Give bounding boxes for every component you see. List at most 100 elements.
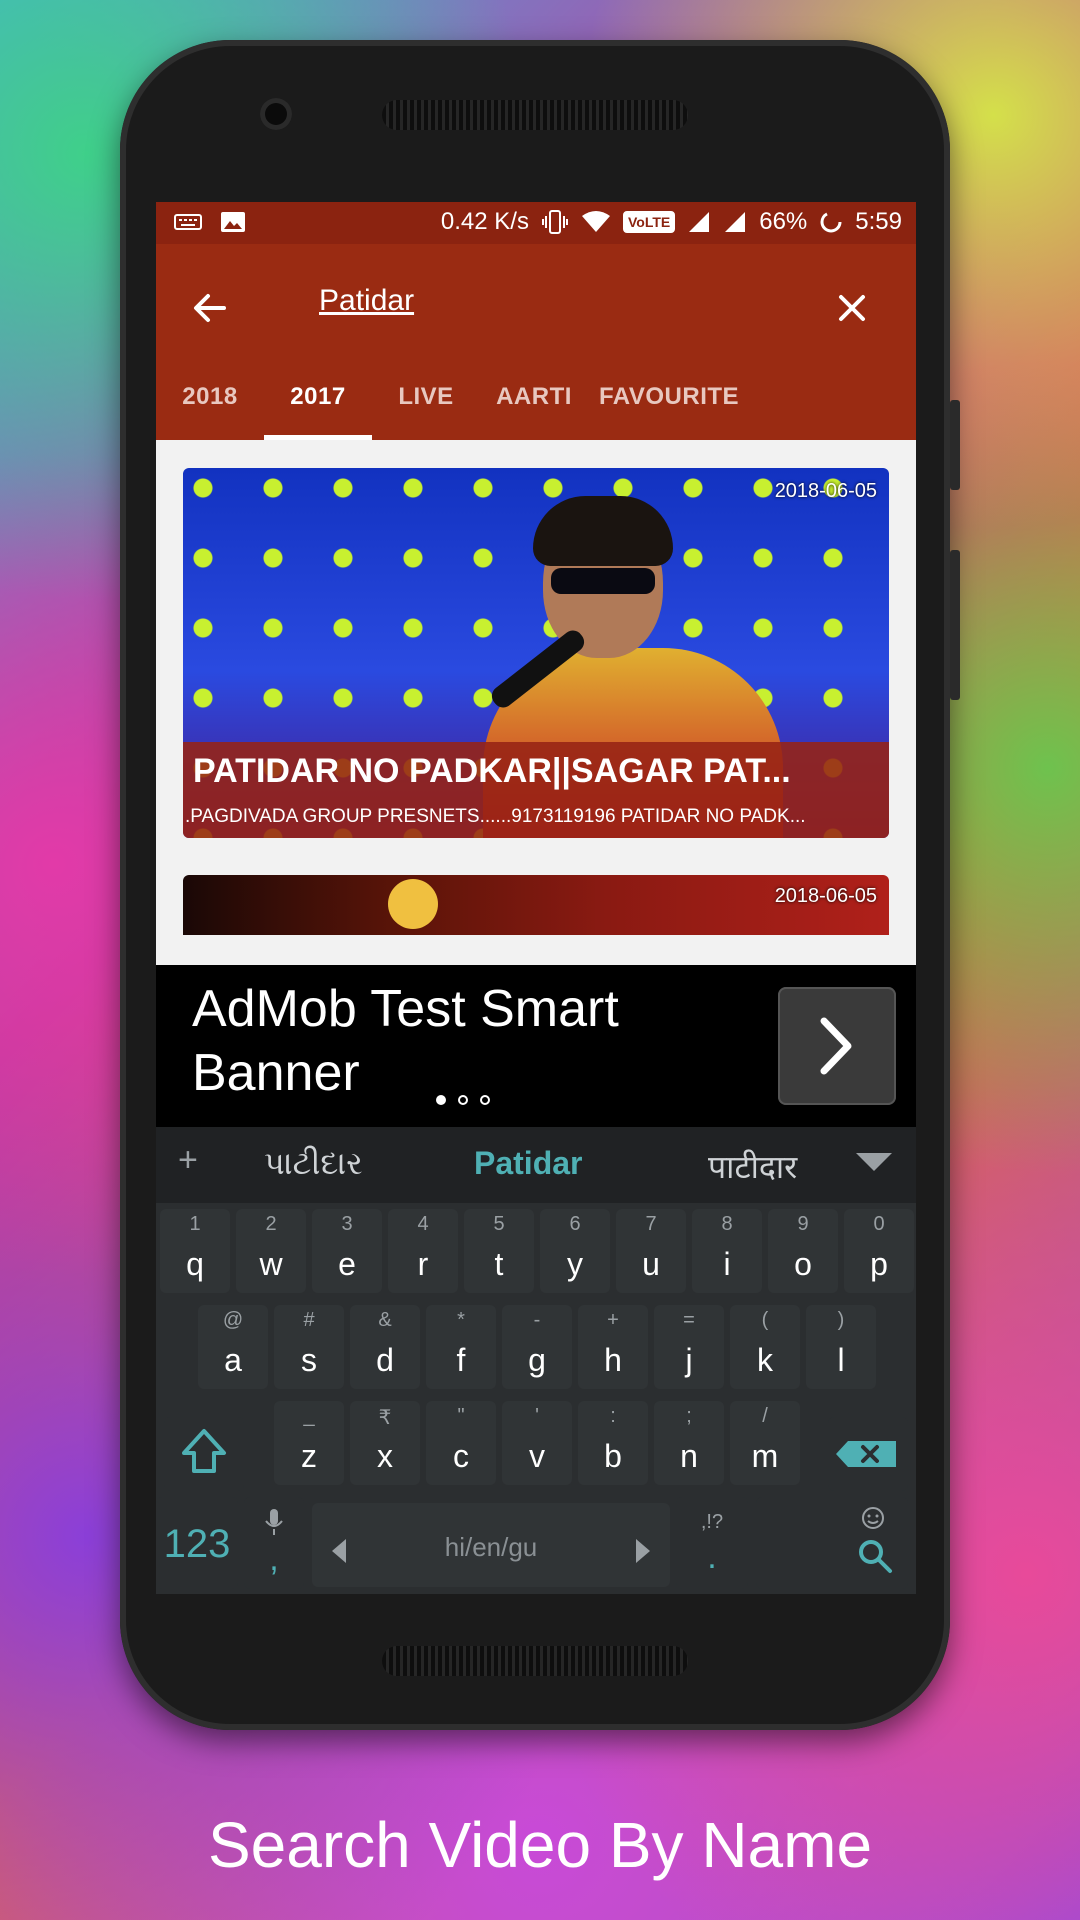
key-i[interactable]: 8i bbox=[692, 1209, 762, 1293]
key-label: v bbox=[529, 1438, 545, 1474]
key-hint: 5 bbox=[493, 1213, 505, 1235]
key-z[interactable]: _ z bbox=[274, 1401, 344, 1485]
vibrate-icon bbox=[541, 210, 568, 234]
key-hint: 8 bbox=[721, 1213, 733, 1235]
key-g[interactable]: -g bbox=[502, 1305, 572, 1389]
video-title: PATIDAR NO PADKAR||SAGAR PAT... bbox=[193, 752, 791, 790]
key-hint: ; bbox=[686, 1405, 692, 1427]
video-list: 2018-06-05 PATIDAR NO PADKAR||SAGAR PAT.… bbox=[156, 440, 916, 965]
key-hint: 1 bbox=[189, 1213, 201, 1235]
key-hint: 6 bbox=[569, 1213, 581, 1235]
key-label: e bbox=[338, 1246, 356, 1282]
key-r[interactable]: 4r bbox=[388, 1209, 458, 1293]
search-input[interactable]: Patidar bbox=[319, 284, 414, 318]
key-label: q bbox=[186, 1246, 204, 1282]
key-label: w bbox=[259, 1246, 283, 1282]
front-camera bbox=[260, 98, 292, 130]
key-a[interactable]: @ a bbox=[198, 1305, 268, 1389]
key-label: z bbox=[301, 1438, 317, 1474]
signal-sim1-icon bbox=[689, 212, 710, 232]
add-word-button[interactable]: + bbox=[178, 1141, 198, 1180]
bottom-speaker bbox=[382, 1646, 688, 1676]
key-hint: / bbox=[762, 1405, 768, 1427]
video-card[interactable]: 2018-06-05 PATIDAR NO PADKAR||SAGAR PAT.… bbox=[183, 468, 889, 838]
close-icon[interactable] bbox=[826, 282, 878, 334]
key-k[interactable]: (k bbox=[730, 1305, 800, 1389]
clock: 5:59 bbox=[855, 208, 902, 235]
tab-2017[interactable]: 2017 bbox=[264, 354, 372, 440]
key-e[interactable]: 3e bbox=[312, 1209, 382, 1293]
suggestion-hindi[interactable]: पाटीदार bbox=[708, 1145, 797, 1188]
pager-dot bbox=[480, 1095, 490, 1105]
tab-live[interactable]: LIVE bbox=[372, 354, 480, 440]
ad-open-button[interactable] bbox=[778, 987, 896, 1105]
key-n[interactable]: ; n bbox=[654, 1401, 724, 1485]
pager-dot bbox=[458, 1095, 468, 1105]
key-label: k bbox=[757, 1342, 773, 1378]
key-f[interactable]: * f bbox=[426, 1305, 496, 1389]
key-label: i bbox=[723, 1246, 731, 1282]
key-j[interactable]: = j bbox=[654, 1305, 724, 1389]
key-label: b bbox=[604, 1438, 622, 1474]
ad-banner[interactable]: AdMob Test Smart Banner bbox=[156, 965, 916, 1127]
keyboard-suggestion-bar: + પાટીદાર Patidar पाटीदार bbox=[156, 1127, 916, 1203]
key-q[interactable]: 1q bbox=[160, 1209, 230, 1293]
app-bar: Patidar 2018 2017 LIVE AARTI FAVOURITE bbox=[156, 244, 916, 440]
key-s[interactable]: # s bbox=[274, 1305, 344, 1389]
category-tabs: 2018 2017 LIVE AARTI FAVOURITE bbox=[156, 354, 916, 440]
key-m[interactable]: / m bbox=[730, 1401, 800, 1485]
space-key[interactable]: hi/en/gu bbox=[312, 1503, 670, 1587]
key-v[interactable]: ' v bbox=[502, 1401, 572, 1485]
back-arrow-icon[interactable] bbox=[184, 282, 236, 334]
numbers-key[interactable]: 123 bbox=[156, 1497, 238, 1589]
key-c[interactable]: " c bbox=[426, 1401, 496, 1485]
tab-2018[interactable]: 2018 bbox=[156, 354, 264, 440]
key-label: d bbox=[376, 1342, 394, 1378]
suggestion-primary[interactable]: Patidar bbox=[474, 1145, 582, 1182]
key-h[interactable]: + h bbox=[578, 1305, 648, 1389]
signal-sim2-icon bbox=[725, 212, 746, 232]
shift-key[interactable] bbox=[164, 1417, 244, 1491]
key-x[interactable]: ₹ x bbox=[350, 1401, 420, 1485]
key-label: f bbox=[456, 1342, 466, 1378]
period-key[interactable]: ,!? . bbox=[676, 1497, 748, 1589]
key-label: t bbox=[494, 1246, 504, 1282]
key-label: g bbox=[528, 1342, 546, 1378]
key-label: p bbox=[870, 1246, 888, 1282]
backspace-icon bbox=[836, 1441, 896, 1467]
key-u[interactable]: 7u bbox=[616, 1209, 686, 1293]
battery-percent: 66% bbox=[759, 208, 808, 235]
video-description: .PAGDIVADA GROUP PRESNETS......917311919… bbox=[185, 806, 806, 827]
keyboard-icon bbox=[174, 214, 202, 230]
keyboard: 1q2w3e4r5t6y7u8i9o0p @ a # s & d * f - g + h = j(k) l … bbox=[156, 1203, 916, 1594]
tab-aarti[interactable]: AARTI bbox=[480, 354, 588, 440]
key-b[interactable]: :b bbox=[578, 1401, 648, 1485]
key-l[interactable]: ) l bbox=[806, 1305, 876, 1389]
key-hint: 3 bbox=[341, 1213, 353, 1235]
key-y[interactable]: 6y bbox=[540, 1209, 610, 1293]
key-hint: = bbox=[683, 1309, 695, 1331]
key-label: u bbox=[642, 1246, 660, 1282]
key-o[interactable]: 9o bbox=[768, 1209, 838, 1293]
expand-suggestions-icon[interactable] bbox=[856, 1153, 892, 1171]
key-hint: 0 bbox=[873, 1213, 885, 1235]
video-date: 2018-06-05 bbox=[774, 885, 877, 907]
key-hint: : bbox=[610, 1405, 616, 1427]
search-key[interactable] bbox=[756, 1497, 908, 1589]
key-label: m bbox=[751, 1438, 779, 1474]
power-button bbox=[950, 400, 960, 490]
emoji-icon bbox=[862, 1507, 884, 1529]
video-card[interactable]: 2018-06-05 bbox=[183, 875, 889, 935]
key-label: o bbox=[794, 1246, 812, 1282]
comma-key[interactable]: , bbox=[244, 1497, 304, 1589]
microphone-icon bbox=[265, 1509, 283, 1535]
suggestion-gujarati[interactable]: પાટીદાર bbox=[264, 1145, 363, 1183]
status-bar: 0.42 K/s VoLTE 66% 5:59 bbox=[156, 202, 916, 244]
key-p[interactable]: 0p bbox=[844, 1209, 914, 1293]
tab-favourite[interactable]: FAVOURITE bbox=[588, 354, 750, 440]
key-d[interactable]: & d bbox=[350, 1305, 420, 1389]
key-hint: ' bbox=[535, 1405, 539, 1427]
key-w[interactable]: 2w bbox=[236, 1209, 306, 1293]
backspace-key[interactable] bbox=[828, 1417, 908, 1491]
key-t[interactable]: 5t bbox=[464, 1209, 534, 1293]
